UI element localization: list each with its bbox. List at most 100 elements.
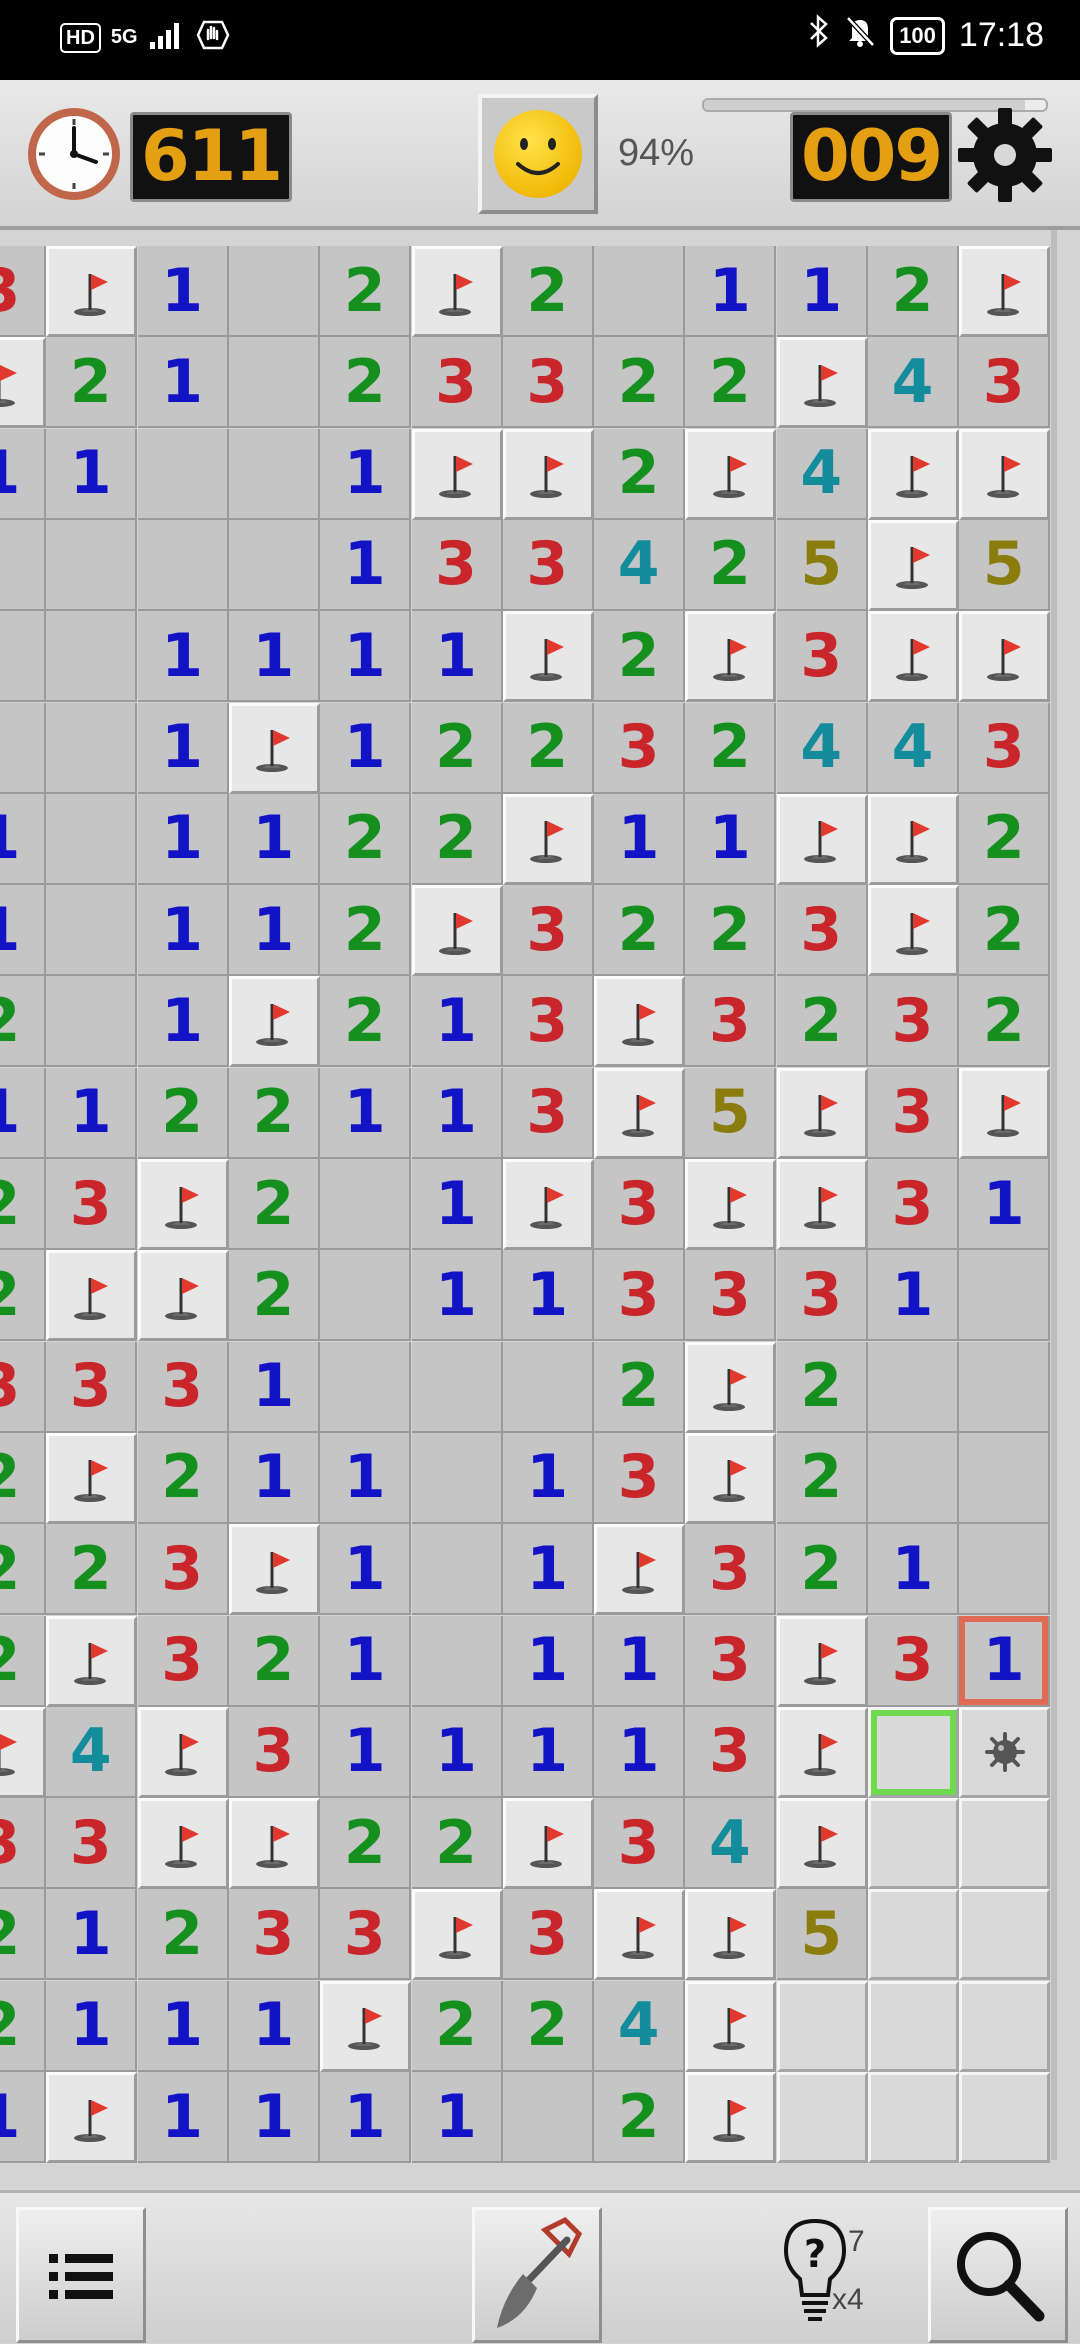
number-cell[interactable]: 3 bbox=[594, 1159, 686, 1250]
number-cell[interactable]: 2 bbox=[320, 885, 412, 977]
number-cell[interactable]: 1 bbox=[0, 793, 46, 885]
number-cell[interactable]: 4 bbox=[776, 428, 868, 520]
number-cell[interactable]: 3 bbox=[0, 246, 46, 337]
number-cell[interactable]: 3 bbox=[137, 1524, 229, 1616]
number-cell[interactable]: 1 bbox=[46, 1889, 138, 1981]
number-cell[interactable]: 2 bbox=[594, 1341, 686, 1433]
number-cell[interactable]: 5 bbox=[959, 519, 1051, 611]
number-cell[interactable]: 2 bbox=[137, 1067, 229, 1159]
flagged-cell[interactable] bbox=[959, 428, 1051, 520]
number-cell[interactable]: 4 bbox=[776, 702, 868, 794]
number-cell[interactable]: 2 bbox=[411, 702, 503, 794]
empty-cell[interactable] bbox=[46, 793, 138, 885]
minefield-board[interactable]: 3122112212332243111241334255111123112232… bbox=[0, 246, 1051, 2163]
number-cell[interactable]: 2 bbox=[776, 1432, 868, 1524]
number-cell[interactable]: 2 bbox=[685, 885, 777, 977]
empty-cell[interactable] bbox=[502, 2072, 594, 2163]
number-cell[interactable]: 3 bbox=[685, 1524, 777, 1616]
number-cell[interactable]: 2 bbox=[776, 976, 868, 1068]
number-cell[interactable]: 1 bbox=[776, 246, 868, 337]
number-cell[interactable]: 1 bbox=[228, 1980, 320, 2072]
number-cell[interactable]: 2 bbox=[685, 702, 777, 794]
number-cell[interactable]: 2 bbox=[594, 885, 686, 977]
number-cell[interactable]: 1 bbox=[411, 1706, 503, 1798]
number-cell[interactable]: 2 bbox=[320, 976, 412, 1068]
flagged-cell[interactable] bbox=[228, 702, 320, 794]
menu-button[interactable] bbox=[16, 2207, 146, 2343]
number-cell[interactable]: 3 bbox=[411, 337, 503, 429]
hidden-cell[interactable] bbox=[959, 1980, 1051, 2072]
hidden-cell[interactable] bbox=[959, 1889, 1051, 1981]
number-cell[interactable]: 3 bbox=[502, 976, 594, 1068]
number-cell[interactable]: 3 bbox=[502, 885, 594, 977]
number-cell[interactable]: 2 bbox=[0, 1980, 46, 2072]
hidden-cell[interactable] bbox=[776, 1980, 868, 2072]
number-cell[interactable]: 1 bbox=[868, 1524, 959, 1616]
flagged-cell[interactable] bbox=[776, 1706, 868, 1798]
empty-cell[interactable] bbox=[137, 519, 229, 611]
empty-cell[interactable] bbox=[959, 1341, 1051, 1433]
flagged-cell[interactable] bbox=[776, 1159, 868, 1250]
empty-cell[interactable] bbox=[228, 337, 320, 429]
empty-cell[interactable] bbox=[228, 519, 320, 611]
number-cell[interactable]: 1 bbox=[320, 1615, 412, 1707]
number-cell[interactable]: 3 bbox=[0, 1341, 46, 1433]
number-cell[interactable]: 1 bbox=[137, 702, 229, 794]
flagged-cell[interactable] bbox=[46, 2072, 138, 2163]
flagged-cell[interactable] bbox=[959, 1067, 1051, 1159]
flagged-cell[interactable] bbox=[411, 1889, 503, 1981]
number-cell[interactable]: 3 bbox=[685, 1706, 777, 1798]
number-cell[interactable]: 4 bbox=[868, 337, 959, 429]
number-cell[interactable]: 2 bbox=[594, 2072, 686, 2163]
number-cell[interactable]: 3 bbox=[46, 1341, 138, 1433]
number-cell[interactable]: 2 bbox=[776, 1524, 868, 1616]
number-cell[interactable]: 2 bbox=[228, 1067, 320, 1159]
flagged-cell[interactable] bbox=[502, 1159, 594, 1250]
number-cell[interactable]: 4 bbox=[685, 1798, 777, 1890]
settings-gear-icon[interactable] bbox=[956, 106, 1054, 204]
number-cell[interactable]: 2 bbox=[594, 611, 686, 703]
hidden-cell[interactable] bbox=[868, 1889, 959, 1981]
number-cell[interactable]: 3 bbox=[502, 519, 594, 611]
empty-cell[interactable] bbox=[46, 976, 138, 1068]
mine-cell[interactable] bbox=[959, 1706, 1051, 1798]
flagged-cell[interactable] bbox=[868, 611, 959, 703]
empty-cell[interactable] bbox=[959, 1250, 1051, 1342]
number-cell[interactable]: 3 bbox=[502, 1889, 594, 1981]
flagged-cell[interactable] bbox=[685, 2072, 777, 2163]
number-cell[interactable]: 1 bbox=[411, 611, 503, 703]
number-cell[interactable]: 3 bbox=[137, 1341, 229, 1433]
flagged-cell[interactable] bbox=[776, 1615, 868, 1707]
number-cell[interactable]: 3 bbox=[594, 1250, 686, 1342]
number-cell[interactable]: 2 bbox=[320, 246, 412, 337]
empty-cell[interactable] bbox=[228, 428, 320, 520]
flagged-cell[interactable] bbox=[776, 337, 868, 429]
flagged-cell[interactable] bbox=[228, 1798, 320, 1890]
number-cell[interactable]: 2 bbox=[411, 793, 503, 885]
number-cell[interactable]: 1 bbox=[228, 611, 320, 703]
number-cell[interactable]: 1 bbox=[0, 885, 46, 977]
number-cell[interactable]: 3 bbox=[594, 1798, 686, 1890]
flagged-cell[interactable] bbox=[776, 1067, 868, 1159]
number-cell[interactable]: 1 bbox=[959, 1159, 1051, 1250]
flagged-cell[interactable] bbox=[0, 1706, 46, 1798]
number-cell[interactable]: 3 bbox=[776, 611, 868, 703]
flagged-cell[interactable] bbox=[46, 246, 138, 337]
number-cell[interactable]: 2 bbox=[228, 1250, 320, 1342]
empty-cell[interactable] bbox=[868, 1341, 959, 1433]
number-cell[interactable]: 1 bbox=[685, 793, 777, 885]
flagged-cell[interactable] bbox=[959, 611, 1051, 703]
number-cell[interactable]: 3 bbox=[46, 1159, 138, 1250]
number-cell[interactable]: 1 bbox=[685, 246, 777, 337]
number-cell[interactable]: 3 bbox=[411, 519, 503, 611]
flagged-cell[interactable] bbox=[228, 976, 320, 1068]
number-cell[interactable]: 2 bbox=[46, 1524, 138, 1616]
flagged-cell[interactable] bbox=[685, 1341, 777, 1433]
flagged-cell[interactable] bbox=[320, 1980, 412, 2072]
number-cell[interactable]: 2 bbox=[0, 1615, 46, 1707]
hidden-cell[interactable] bbox=[776, 2072, 868, 2163]
number-cell[interactable]: 1 bbox=[411, 1250, 503, 1342]
flagged-cell[interactable] bbox=[685, 1889, 777, 1981]
number-cell[interactable]: 2 bbox=[228, 1615, 320, 1707]
number-cell[interactable]: 2 bbox=[959, 793, 1051, 885]
